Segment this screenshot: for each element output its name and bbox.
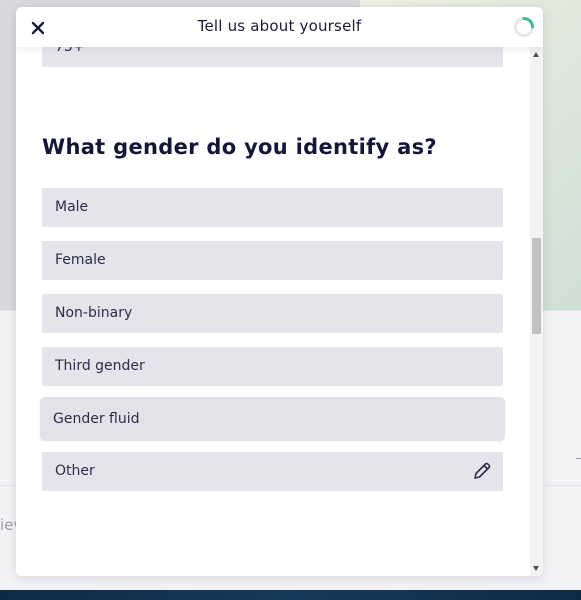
spinner-icon [514,17,534,37]
backdrop-tick [576,458,581,459]
gender-option-other[interactable]: Other [42,452,503,491]
page-footer-strip [0,590,581,600]
option-label: 75+ [55,47,85,55]
pencil-icon[interactable] [472,461,492,481]
modal-scrollbar[interactable] [530,47,543,576]
scroll-down-arrow[interactable] [533,566,539,571]
gender-option-female[interactable]: Female [42,241,503,280]
gender-option-third-gender[interactable]: Third gender [42,347,503,386]
gender-option-male[interactable]: Male [42,188,503,227]
modal-title: Tell us about yourself [197,17,362,35]
option-label: Other [55,463,95,479]
gender-option-gender-fluid[interactable]: Gender fluid [40,397,505,441]
option-label: Female [55,252,106,268]
scroll-up-arrow[interactable] [533,52,539,57]
option-label: Non-binary [55,305,133,321]
age-option-75-plus[interactable]: 75+ [42,47,503,67]
gender-question-heading: What gender do you identify as? [42,135,437,159]
modal-header: Tell us about yourself [16,7,543,47]
scroll-thumb[interactable] [532,238,541,334]
modal-scroll-content: 75+ What gender do you identify as? Male… [16,47,530,576]
option-label: Gender fluid [53,411,140,427]
option-label: Third gender [55,358,145,374]
gender-option-non-binary[interactable]: Non-binary [42,294,503,333]
option-label: Male [55,199,89,215]
survey-modal: Tell us about yourself 75+ What gender d… [16,7,543,576]
